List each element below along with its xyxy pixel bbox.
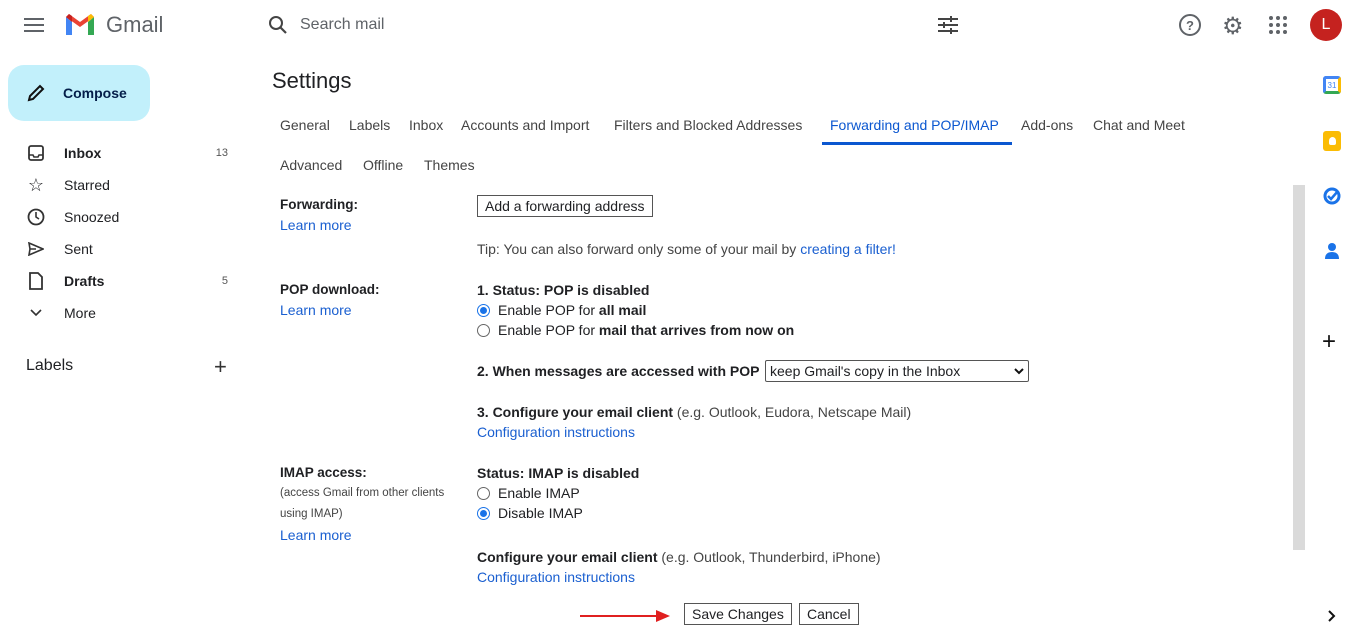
- sidebar-item-starred[interactable]: ☆ Starred: [26, 169, 236, 201]
- sidebar-item-snoozed[interactable]: Snoozed: [26, 201, 236, 233]
- sidebar-item-sent[interactable]: Sent: [26, 233, 236, 265]
- radio-checked[interactable]: [477, 507, 490, 520]
- imap-learn-more-link[interactable]: Learn more: [280, 527, 352, 543]
- save-changes-button[interactable]: Save Changes: [684, 603, 792, 625]
- sidebar-item-label: Drafts: [64, 273, 105, 289]
- tab-general[interactable]: General: [280, 117, 330, 133]
- sidebar-item-label: Starred: [64, 177, 110, 193]
- option-bold: all mail: [598, 302, 647, 318]
- option-label: Enable IMAP: [498, 485, 580, 501]
- send-icon: [26, 242, 46, 256]
- tab-advanced[interactable]: Advanced: [280, 157, 342, 173]
- sidebar-item-more[interactable]: More: [26, 297, 236, 329]
- pencil-icon: [27, 84, 45, 102]
- pop-access-label: 2. When messages are accessed with POP: [477, 363, 760, 379]
- configure-heading: 3. Configure your email client: [477, 404, 674, 420]
- compose-label: Compose: [63, 85, 127, 101]
- radio-unchecked[interactable]: [477, 324, 490, 337]
- search-icon: [269, 16, 287, 34]
- divider: [272, 184, 1292, 185]
- sidebar-item-inbox[interactable]: Inbox 13: [26, 137, 236, 169]
- tab-filters-and-blocked-addresses[interactable]: Filters and Blocked Addresses: [614, 117, 802, 133]
- chevron-right-icon[interactable]: [1327, 609, 1337, 623]
- tab-accounts-and-import[interactable]: Accounts and Import: [461, 117, 589, 133]
- sidebar-item-label: Snoozed: [64, 209, 120, 225]
- clock-icon: [26, 208, 46, 226]
- creating-filter-link[interactable]: creating a filter!: [800, 241, 896, 257]
- add-label-button[interactable]: +: [214, 354, 227, 380]
- star-icon: ☆: [27, 174, 45, 195]
- option-label: Enable POP for: [498, 322, 599, 338]
- imap-label: IMAP access:: [280, 465, 367, 480]
- radio-unchecked[interactable]: [477, 487, 490, 500]
- contacts-icon[interactable]: [1325, 242, 1339, 260]
- sidebar-item-label: Sent: [64, 241, 93, 257]
- option-bold: mail that arrives from now on: [598, 322, 795, 338]
- imap-config-instructions-link[interactable]: Configuration instructions: [477, 569, 635, 585]
- scrollbar[interactable]: [1293, 185, 1305, 550]
- configure-examples: (e.g. Outlook, Thunderbird, iPhone): [657, 549, 881, 565]
- tasks-icon[interactable]: [1323, 187, 1341, 205]
- pop-from-now-radio[interactable]: Enable POP for mail that arrives from no…: [477, 322, 794, 338]
- gmail-logo[interactable]: Gmail: [64, 12, 163, 38]
- configure-examples: (e.g. Outlook, Eudora, Netscape Mail): [673, 404, 912, 420]
- search-bar[interactable]: Search mail: [268, 12, 968, 38]
- hamburger-icon: [24, 18, 44, 32]
- keep-icon[interactable]: [1323, 131, 1341, 151]
- disable-imap-radio[interactable]: Disable IMAP: [477, 505, 583, 521]
- tab-themes[interactable]: Themes: [424, 157, 475, 173]
- main-menu-button[interactable]: [24, 16, 46, 34]
- forwarding-tip: Tip: You can also forward only some of y…: [477, 241, 801, 257]
- active-tab-indicator: [822, 142, 1012, 145]
- cancel-button[interactable]: Cancel: [799, 603, 859, 625]
- pop-config-instructions-link[interactable]: Configuration instructions: [477, 424, 635, 440]
- imap-desc: using IMAP): [280, 508, 343, 520]
- add-forwarding-address-button[interactable]: Add a forwarding address: [477, 195, 653, 217]
- imap-desc: (access Gmail from other clients: [280, 487, 445, 499]
- pop-status: 1. Status: POP is disabled: [477, 282, 650, 298]
- sidebar-item-drafts[interactable]: Drafts 5: [26, 265, 236, 297]
- get-addons-button[interactable]: +: [1322, 328, 1336, 356]
- tab-offline[interactable]: Offline: [363, 157, 403, 173]
- pop-learn-more-link[interactable]: Learn more: [280, 302, 352, 318]
- radio-checked[interactable]: [477, 304, 490, 317]
- select-value: keep Gmail's copy in the Inbox: [770, 363, 961, 379]
- pop-all-mail-radio[interactable]: Enable POP for all mail: [477, 302, 646, 318]
- settings-gear-icon[interactable]: ⚙: [1222, 12, 1244, 41]
- compose-button[interactable]: Compose: [8, 65, 150, 121]
- pop-access-select[interactable]: keep Gmail's copy in the Inbox: [765, 360, 1029, 382]
- tab-add-ons[interactable]: Add-ons: [1021, 117, 1073, 133]
- search-input[interactable]: Search mail: [300, 16, 384, 34]
- file-icon: [26, 272, 46, 290]
- draft-count: 5: [221, 275, 228, 287]
- option-label: Disable IMAP: [498, 505, 583, 521]
- apps-grid-icon[interactable]: [1269, 16, 1287, 34]
- account-avatar[interactable]: L: [1310, 9, 1342, 41]
- search-options-icon[interactable]: [938, 16, 958, 34]
- chevron-down-icon: [1014, 367, 1024, 374]
- unread-count: 13: [215, 147, 228, 159]
- sidebar-item-label: More: [64, 305, 96, 321]
- red-arrow-annotation: [580, 610, 670, 622]
- pop-label: POP download:: [280, 282, 380, 297]
- forwarding-learn-more-link[interactable]: Learn more: [280, 217, 352, 233]
- enable-imap-radio[interactable]: Enable IMAP: [477, 485, 580, 501]
- labels-heading: Labels: [26, 357, 74, 374]
- imap-status: Status: IMAP is disabled: [477, 465, 640, 481]
- option-label: Enable POP for: [498, 302, 599, 318]
- tab-chat-and-meet[interactable]: Chat and Meet: [1093, 117, 1185, 133]
- inbox-icon: [26, 145, 46, 161]
- gmail-m-icon: [66, 14, 94, 35]
- tab-forwarding-and-pop-imap[interactable]: Forwarding and POP/IMAP: [830, 117, 999, 133]
- chevron-down-icon: [26, 309, 46, 317]
- tab-labels[interactable]: Labels: [349, 117, 390, 133]
- sidebar-item-label: Inbox: [64, 145, 102, 161]
- tab-inbox[interactable]: Inbox: [409, 117, 443, 133]
- calendar-icon[interactable]: 31: [1323, 76, 1341, 94]
- help-icon[interactable]: ?: [1179, 14, 1201, 36]
- app-name: Gmail: [106, 12, 164, 37]
- forwarding-label: Forwarding:: [280, 197, 358, 212]
- page-title: Settings: [272, 68, 352, 93]
- configure-heading: Configure your email client: [477, 549, 658, 565]
